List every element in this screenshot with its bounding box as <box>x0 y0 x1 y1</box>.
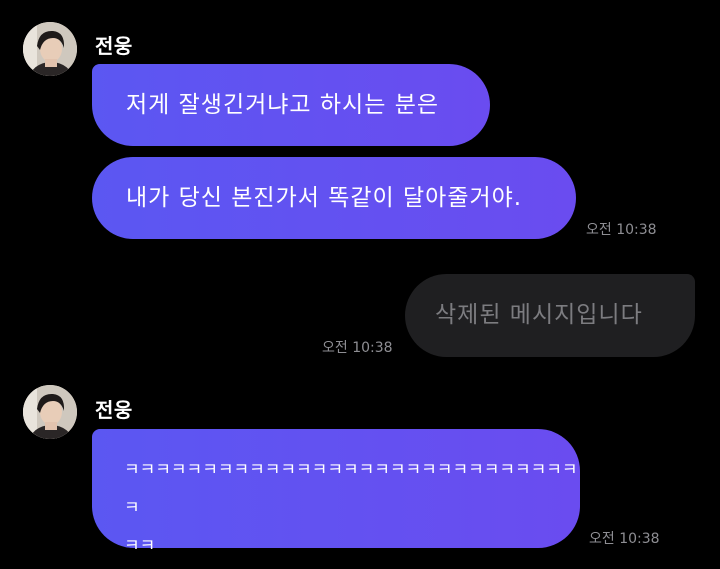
message-text: 내가 당신 본진가서 똑같이 달아줄거야. <box>126 185 523 211</box>
message-bubble[interactable]: ㅋㅋㅋㅋㅋㅋㅋㅋㅋㅋㅋㅋㅋㅋㅋㅋㅋㅋㅋㅋㅋㅋㅋㅋㅋㅋㅋㅋㅋㅋ ㅋㅋ <box>92 429 580 556</box>
message-timestamp: 오전 10:38 <box>322 340 393 356</box>
deleted-message-text: 삭제된 메시지입니다 <box>435 302 643 328</box>
message-text: ㅋㅋㅋㅋㅋㅋㅋㅋㅋㅋㅋㅋㅋㅋㅋㅋㅋㅋㅋㅋㅋㅋㅋㅋㅋㅋㅋㅋㅋㅋ <box>124 460 578 518</box>
profile-photo-icon <box>23 385 77 439</box>
profile-photo-icon <box>23 22 77 76</box>
message-timestamp: 오전 10:38 <box>586 222 657 238</box>
message-bubble[interactable]: 저게 잘생긴거냐고 하시는 분은 <box>92 64 490 146</box>
message-bubble[interactable]: 내가 당신 본진가서 똑같이 달아줄거야. <box>92 157 576 239</box>
deleted-message-bubble[interactable]: 삭제된 메시지입니다 <box>405 274 695 357</box>
sender-name: 전웅 <box>95 398 133 422</box>
avatar[interactable] <box>23 385 77 439</box>
sender-name: 전웅 <box>95 34 133 58</box>
message-text: ㅋㅋ <box>124 536 156 556</box>
avatar[interactable] <box>23 22 77 76</box>
message-text: 저게 잘생긴거냐고 하시는 분은 <box>126 92 440 118</box>
message-timestamp: 오전 10:38 <box>589 531 660 547</box>
